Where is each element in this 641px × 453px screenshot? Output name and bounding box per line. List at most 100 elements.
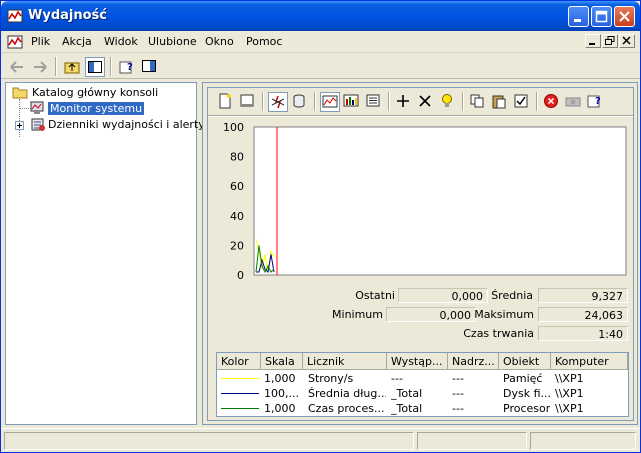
restore-icon (605, 36, 615, 45)
delete-counter-button[interactable] (416, 92, 436, 112)
toolbar-separator (55, 57, 57, 76)
minimum-value: 0,000 (386, 307, 476, 322)
paste-counter-list-button[interactable] (490, 92, 510, 112)
view-report-button[interactable] (364, 92, 384, 112)
tree-item-console-root[interactable]: Katalog główny konsoli (10, 85, 190, 101)
column-header-color[interactable]: Kolor (217, 353, 261, 370)
menu-favorites[interactable]: Ulubione (148, 35, 197, 48)
tree-item-system-monitor[interactable]: Monitor systemu (10, 101, 190, 117)
app-window: Wydajność Plik Akcja Widok Ulubione Okno… (0, 0, 641, 453)
console-document-icon[interactable] (7, 34, 23, 50)
up-level-button[interactable] (62, 57, 82, 77)
legend-counter: Strony/s (308, 372, 354, 385)
status-panel (4, 432, 414, 450)
report-icon (366, 94, 380, 107)
performance-logs-icon (31, 118, 45, 131)
child-minimize-button[interactable] (585, 34, 601, 48)
close-icon (622, 36, 631, 45)
legend-counter: Średnia dług... (308, 387, 386, 400)
help-button[interactable]: ? (117, 57, 137, 77)
update-data-button[interactable] (564, 92, 584, 112)
view-graph-button[interactable] (320, 92, 340, 112)
show-hide-tree-button[interactable] (85, 57, 105, 77)
arrow-right-icon (34, 61, 47, 73)
folder-up-icon (64, 62, 80, 74)
close-button[interactable] (614, 6, 635, 27)
properties-icon (514, 94, 528, 108)
main-toolbar: ? (1, 54, 640, 79)
legend-parent: --- (452, 372, 464, 385)
system-monitor-control[interactable]: ? 100 80 60 40 20 0 Ostatni 0,000 Średnia 9,3… (207, 87, 634, 421)
copy-icon (470, 94, 484, 108)
performance-app-icon (7, 9, 23, 23)
forward-button[interactable] (30, 57, 50, 77)
details-pane: ? 100 80 60 40 20 0 Ostatni 0,000 Średnia 9,3… (202, 82, 638, 425)
average-label: Średnia (491, 289, 533, 302)
legend-row[interactable]: 1,000 Strony/s --- --- Pamięć \\XP1 (217, 371, 628, 386)
legend-parent: --- (452, 402, 464, 415)
folder-icon (12, 87, 28, 99)
legend-instance: _Total (391, 402, 423, 415)
child-close-button[interactable] (619, 34, 635, 48)
counter-legend[interactable]: Kolor Skala Licznik Wystąp... Nadrz... O… (216, 352, 629, 417)
histogram-icon (343, 94, 359, 107)
y-tick-label: 20 (230, 239, 244, 252)
window-title: Wydajność (28, 8, 107, 23)
console-tree[interactable]: Katalog główny konsoli Monitor systemu D… (5, 82, 205, 425)
column-header-object[interactable]: Obiekt (499, 353, 551, 370)
monitor-help-button[interactable]: ? (586, 92, 606, 112)
status-panel (530, 432, 636, 450)
column-header-scale[interactable]: Skala (261, 353, 303, 370)
tree-item-performance-logs[interactable]: Dzienniki wydajności i alerty (10, 117, 205, 133)
maximize-button[interactable] (591, 6, 612, 27)
legend-computer: \\XP1 (555, 372, 584, 385)
title-bar[interactable]: Wydajność (1, 1, 640, 31)
system-monitor-toolbar: ? (208, 88, 633, 116)
arrow-left-icon (10, 61, 23, 73)
minimize-button[interactable] (568, 6, 589, 27)
color-swatch (221, 378, 259, 379)
freeze-display-button[interactable] (542, 92, 562, 112)
legend-row[interactable]: 100,... Średnia dług... _Total --- Dysk … (217, 386, 628, 401)
legend-instance: _Total (391, 387, 423, 400)
column-header-parent[interactable]: Nadrz... (448, 353, 499, 370)
column-header-computer[interactable]: Komputer (551, 353, 628, 370)
properties-pane-button[interactable] (140, 57, 160, 77)
camera-icon (565, 97, 581, 107)
highlight-button[interactable] (438, 92, 458, 112)
new-counter-set-button[interactable] (216, 92, 236, 112)
legend-object: Pamięć (503, 372, 543, 385)
menu-file[interactable]: Plik (31, 35, 50, 48)
back-button[interactable] (7, 57, 27, 77)
plot-area (253, 126, 627, 276)
toolbar-separator (314, 92, 316, 111)
menu-window[interactable]: Okno (205, 35, 234, 48)
close-icon (619, 11, 630, 22)
properties-button[interactable] (512, 92, 532, 112)
view-current-activity-button[interactable] (268, 92, 288, 112)
view-histogram-button[interactable] (342, 92, 362, 112)
y-tick-label: 0 (237, 269, 244, 282)
column-header-counter[interactable]: Licznik (303, 353, 387, 370)
tree-item-label: Dzienniki wydajności i alerty (48, 118, 205, 131)
menu-view[interactable]: Widok (104, 35, 138, 48)
menu-action[interactable]: Akcja (62, 35, 92, 48)
delete-icon (419, 95, 431, 107)
legend-row[interactable]: 1,000 Czas proces... _Total --- Procesor… (217, 401, 628, 416)
add-counter-button[interactable] (394, 92, 414, 112)
copy-properties-button[interactable] (468, 92, 488, 112)
menu-bar: Plik Akcja Widok Ulubione Okno Pomoc (1, 31, 640, 53)
help-icon: ? (587, 95, 601, 108)
menu-help[interactable]: Pomoc (246, 35, 282, 48)
toolbar-separator (110, 57, 112, 76)
toolbar-separator (388, 92, 390, 111)
view-log-data-button[interactable] (290, 92, 310, 112)
column-header-instance[interactable]: Wystąp... (387, 353, 448, 370)
legend-parent: --- (452, 387, 464, 400)
clear-display-button[interactable] (238, 92, 258, 112)
child-restore-button[interactable] (602, 34, 618, 48)
maximum-label: Maksimum (474, 308, 534, 321)
expand-icon[interactable] (15, 121, 24, 130)
y-tick-label: 40 (230, 210, 244, 223)
duration-label: Czas trwania (463, 327, 534, 340)
